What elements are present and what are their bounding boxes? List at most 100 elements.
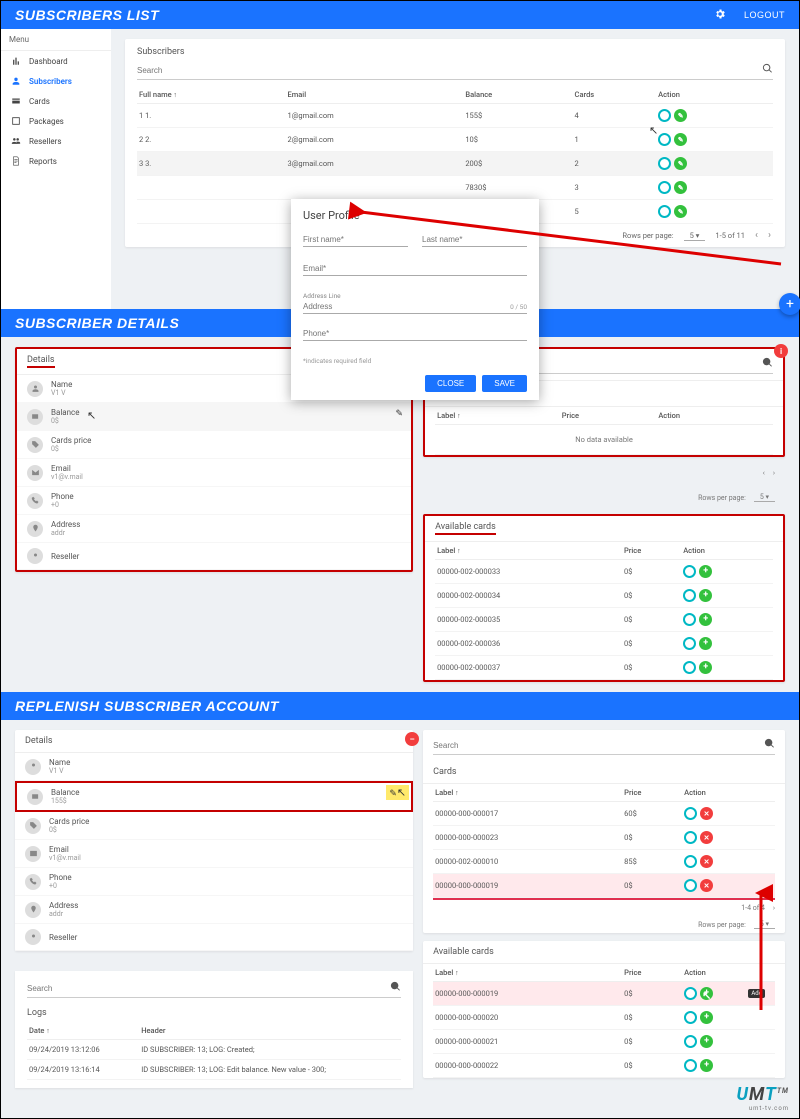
table-row: 00000-000-0000190$↖	[433, 982, 775, 1006]
search-icon[interactable]	[762, 63, 773, 77]
person-icon	[27, 381, 43, 397]
search-input[interactable]	[433, 741, 764, 750]
view-icon[interactable]	[684, 1059, 697, 1072]
search-input[interactable]	[137, 66, 762, 75]
table-row: 7830$3	[137, 176, 773, 200]
view-icon[interactable]	[684, 987, 697, 1000]
view-icon[interactable]	[658, 181, 671, 194]
view-icon[interactable]	[684, 879, 697, 892]
table-row: 00000-000-00001760$	[433, 802, 775, 826]
fab-add[interactable]: +	[779, 293, 800, 315]
col-fullname[interactable]: Full name	[137, 86, 285, 104]
add-icon[interactable]	[700, 1011, 713, 1024]
col-balance[interactable]: Balance	[463, 86, 572, 104]
gear-icon[interactable]	[714, 8, 726, 22]
wallet-icon	[27, 409, 43, 425]
view-icon[interactable]	[658, 109, 671, 122]
logs-search-input[interactable]	[27, 984, 390, 993]
logs-card: Logs DateHeader 09/24/2019 13:12:06ID SU…	[15, 971, 413, 1088]
phone-field[interactable]	[303, 329, 527, 338]
sidebar: Menu Dashboard Subscribers Cards Package…	[1, 29, 111, 309]
sidebar-item-reports[interactable]: Reports	[1, 151, 111, 171]
address-field[interactable]	[303, 302, 510, 311]
view-icon[interactable]	[684, 1035, 697, 1048]
view-icon[interactable]	[683, 637, 696, 650]
pin-icon	[27, 521, 43, 537]
table-row: 00000-000-0000230$	[433, 826, 775, 850]
wallet-icon	[27, 789, 43, 805]
banner-title: REPLENISH SUBSCRIBER ACCOUNT	[15, 698, 279, 714]
edit-icon[interactable]	[674, 109, 687, 122]
table-row: 3 3.3@gmail.com200$2	[137, 152, 773, 176]
close-icon[interactable]: –	[405, 732, 419, 746]
add-icon[interactable]	[699, 589, 712, 602]
sidebar-item-packages[interactable]: Packages	[1, 111, 111, 131]
remove-icon[interactable]	[700, 855, 713, 868]
pager-prev[interactable]: ‹	[763, 469, 765, 477]
banner-title: SUBSCRIBER DETAILS	[15, 315, 179, 331]
sidebar-item-cards[interactable]: Cards	[1, 91, 111, 111]
table-row: 00000-002-0000370$	[435, 656, 773, 680]
phone-icon	[27, 493, 43, 509]
remove-icon[interactable]	[700, 831, 713, 844]
view-icon[interactable]	[683, 565, 696, 578]
sidebar-item-subscribers[interactable]: Subscribers	[1, 71, 111, 91]
view-icon[interactable]	[658, 133, 671, 146]
remove-icon[interactable]	[700, 879, 713, 892]
available-cards-card: Available cards LabelPriceAction 00000-0…	[423, 514, 785, 682]
cursor-icon: ↖	[87, 409, 96, 422]
add-icon[interactable]	[700, 1035, 713, 1048]
add-icon[interactable]	[699, 565, 712, 578]
edit-icon[interactable]	[674, 181, 687, 194]
sidebar-item-resellers[interactable]: Resellers	[1, 131, 111, 151]
add-icon[interactable]	[700, 1059, 713, 1072]
close-icon[interactable]: i	[774, 344, 788, 358]
section-banner-subscribers-list: SUBSCRIBERS LIST LOGOUT	[1, 1, 799, 29]
details-card: – Details NameV1 V Balance155$✎↖ Cards p…	[15, 730, 413, 951]
col-cards[interactable]: Cards	[573, 86, 657, 104]
add-icon[interactable]	[699, 637, 712, 650]
view-icon[interactable]	[684, 1011, 697, 1024]
save-button[interactable]: SAVE	[482, 375, 527, 392]
edit-icon[interactable]: ✎	[396, 409, 404, 419]
view-icon[interactable]	[684, 807, 697, 820]
add-icon[interactable]	[699, 613, 712, 626]
phone-icon	[25, 874, 41, 890]
person-icon	[25, 929, 41, 945]
view-icon[interactable]	[683, 661, 696, 674]
card-title: Subscribers	[137, 47, 773, 57]
edit-icon[interactable]	[674, 157, 687, 170]
pager-next[interactable]: ›	[773, 904, 775, 912]
table-row: 2 2.2@gmail.com10$1	[137, 128, 773, 152]
search-icon[interactable]	[762, 357, 773, 371]
view-icon[interactable]	[683, 589, 696, 602]
col-email[interactable]: Email	[285, 86, 463, 104]
doc-icon	[11, 156, 21, 166]
empty-state: No data available	[435, 425, 773, 455]
search-icon[interactable]	[390, 981, 401, 995]
remove-icon[interactable]	[700, 807, 713, 820]
edit-icon[interactable]: ✎↖	[386, 785, 409, 800]
rows-per-page-select[interactable]: 5 ▾	[754, 493, 775, 502]
pager-next[interactable]: ›	[773, 469, 775, 477]
table-row: 00000-002-0000330$	[435, 560, 773, 584]
view-icon[interactable]	[684, 855, 697, 868]
view-icon[interactable]	[658, 157, 671, 170]
table-row: 00000-000-0000210$	[433, 1030, 775, 1054]
edit-icon[interactable]	[674, 133, 687, 146]
logout-link[interactable]: LOGOUT	[744, 10, 785, 20]
search-icon[interactable]	[764, 738, 775, 752]
table-row: 00000-002-0000360$	[435, 632, 773, 656]
view-icon[interactable]	[683, 613, 696, 626]
view-icon[interactable]	[684, 831, 697, 844]
required-note: *indicates required field	[303, 357, 527, 365]
add-icon[interactable]: ↖	[700, 987, 713, 1000]
mail-icon	[25, 846, 41, 862]
section-banner-replenish: REPLENISH SUBSCRIBER ACCOUNT	[1, 692, 799, 720]
search-bar[interactable]	[137, 61, 773, 80]
close-button[interactable]: CLOSE	[425, 375, 476, 392]
banner-title: SUBSCRIBERS LIST	[15, 7, 159, 23]
add-icon[interactable]	[699, 661, 712, 674]
table-row: 00000-002-0000350$	[435, 608, 773, 632]
sidebar-item-dashboard[interactable]: Dashboard	[1, 51, 111, 71]
